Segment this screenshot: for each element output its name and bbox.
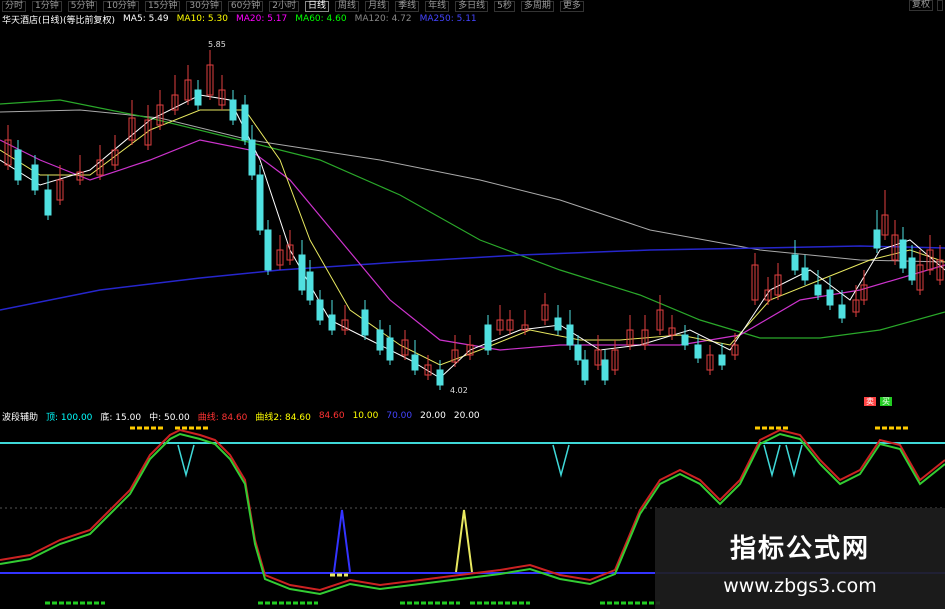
- candle-body-56: [718, 354, 726, 366]
- buy-legend-box: 买: [880, 397, 892, 406]
- candle-body-65: [838, 304, 846, 319]
- site-watermark: 指标公式网 www.zbgs3.com: [655, 508, 945, 609]
- candle-body-47: [601, 359, 609, 381]
- watermark-url: www.zbgs3.com: [723, 575, 877, 597]
- candle-body-53: [681, 334, 689, 346]
- candle-body-18: [248, 139, 256, 176]
- candle-body-44: [574, 344, 582, 361]
- candle-body-28: [361, 309, 369, 336]
- candle-body-24: [306, 271, 314, 301]
- candle-body-43: [566, 324, 574, 346]
- watermark-title: 指标公式网: [729, 534, 870, 564]
- candle-body-63: [814, 284, 822, 296]
- v-marker-2: [763, 444, 781, 478]
- v-marker-0: [177, 444, 195, 478]
- ma5-line: [0, 94, 945, 379]
- candle-body-45: [581, 359, 589, 381]
- v-marker-3: [785, 444, 803, 478]
- candle-body-34: [436, 369, 444, 386]
- low-price-label: 4.02: [450, 386, 468, 395]
- candle-body-30: [386, 337, 394, 361]
- candle-body-29: [376, 329, 384, 351]
- candle-body-3: [44, 189, 52, 216]
- candle-body-19: [256, 174, 264, 231]
- candle-body-68: [873, 229, 881, 249]
- v-marker-1: [552, 444, 570, 478]
- ma20-line: [0, 139, 945, 351]
- candle-body-37: [484, 324, 492, 351]
- yellow-spike: [455, 509, 473, 573]
- candle-body-20: [264, 229, 272, 271]
- candle-body-71: [899, 239, 907, 269]
- candle-body-72: [908, 257, 916, 281]
- candle-body-2: [31, 164, 39, 191]
- ma10-line: [0, 109, 945, 366]
- high-price-label: 5.85: [208, 40, 226, 49]
- blue-spike: [333, 509, 351, 573]
- sell-legend-box: 卖: [864, 397, 876, 406]
- candle-body-23: [298, 254, 306, 291]
- candle-body-1: [14, 149, 22, 181]
- candle-body-61: [791, 254, 799, 271]
- ma120-line: [0, 109, 945, 263]
- candle-body-62: [801, 267, 809, 281]
- candle-body-13: [194, 89, 202, 106]
- candle-body-16: [229, 99, 237, 121]
- candle-body-32: [411, 354, 419, 371]
- candle-body-42: [554, 317, 562, 331]
- candle-body-17: [241, 104, 249, 141]
- candle-body-25: [316, 299, 324, 321]
- candle-body-26: [328, 314, 336, 331]
- candle-body-64: [826, 289, 834, 306]
- candle-body-54: [694, 344, 702, 359]
